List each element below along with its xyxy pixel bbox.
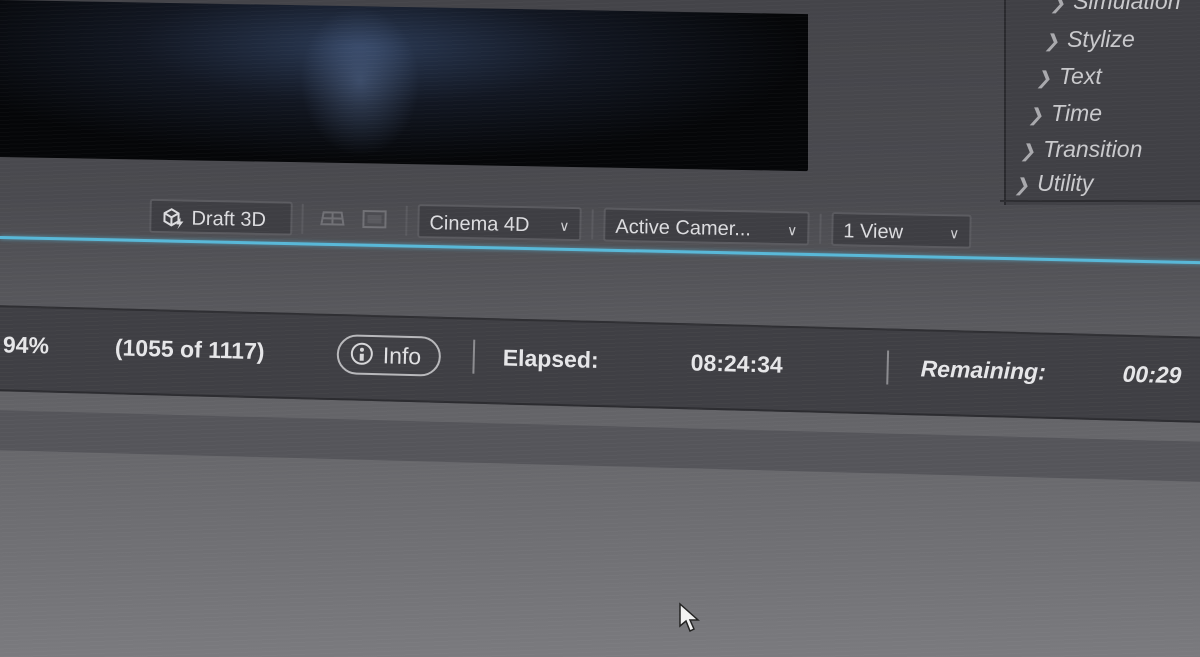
extended-viewer-icon[interactable] — [319, 208, 345, 228]
renderer-selected: Cinema 4D — [429, 212, 530, 237]
mouse-pointer-icon — [679, 602, 700, 633]
draft-3d-cube-icon — [163, 208, 184, 230]
render-queue-status-bar: 94% (1055 of 1117) Info Elapsed: 08:24:3… — [0, 305, 1200, 424]
elapsed-time: 08:24:34 — [690, 349, 784, 378]
chevron-down-icon: ∨ — [786, 222, 798, 239]
effects-presets-panel: ❯ Simulation ❯ Stylize ❯ Text ❯ Time ❯ Transi… — [1004, 0, 1200, 205]
info-button-label: Info — [382, 342, 422, 370]
toolbar-separator — [301, 203, 304, 234]
effect-category-label: Stylize — [1067, 26, 1135, 52]
chevron-right-icon: ❯ — [1050, 0, 1066, 13]
view-layout-dropdown[interactable]: 1 View ∨ — [831, 211, 972, 249]
effect-category-label: Transition — [1043, 136, 1143, 162]
chevron-right-icon: ❯ — [1044, 31, 1060, 51]
view-layout-selected: 1 View — [843, 220, 904, 244]
info-icon — [350, 342, 374, 366]
render-progress-percent: 94% — [2, 331, 50, 359]
elapsed-label: Elapsed: — [502, 344, 599, 373]
info-button[interactable]: Info — [336, 334, 442, 377]
composition-viewer[interactable] — [0, 0, 808, 172]
render-queue-panel — [0, 410, 1200, 483]
effect-category-simulation[interactable]: ❯ Simulation — [1050, 0, 1180, 15]
status-separator — [472, 339, 476, 374]
toolbar-separator — [591, 209, 594, 240]
panel-divider — [1000, 200, 1200, 202]
renderer-dropdown[interactable]: Cinema 4D ∨ — [417, 204, 582, 242]
effect-category-text[interactable]: ❯ Text — [1036, 63, 1102, 90]
chevron-right-icon: ❯ — [1028, 105, 1044, 125]
after-effects-screen: ❯ Simulation ❯ Stylize ❯ Text ❯ Time ❯ Transi… — [0, 0, 1200, 657]
chevron-right-icon: ❯ — [1014, 175, 1030, 195]
camera-dropdown[interactable]: Active Camer... ∨ — [603, 207, 810, 246]
effect-category-transition[interactable]: ❯ Transition — [1020, 136, 1142, 163]
viewer-image-highlight — [300, 5, 420, 158]
remaining-time: 00:29 — [1122, 360, 1182, 389]
status-separator — [886, 350, 890, 385]
effect-category-label: Text — [1059, 63, 1102, 89]
chevron-right-icon: ❯ — [1020, 141, 1036, 161]
ground-plane-icon[interactable] — [361, 209, 387, 229]
effect-category-label: Time — [1051, 100, 1103, 126]
effect-category-time[interactable]: ❯ Time — [1028, 100, 1102, 127]
camera-selected: Active Camer... — [615, 215, 752, 241]
effect-category-label: Simulation — [1073, 0, 1181, 14]
viewer-toolbar: Draft 3D Cinema 4D ∨ Active Camer... ∨ 1… — [0, 190, 1000, 269]
effect-category-utility[interactable]: ❯ Utility — [1014, 170, 1093, 197]
toolbar-separator — [819, 213, 822, 244]
render-frame-count: (1055 of 1117) — [114, 334, 265, 365]
draft-3d-button[interactable]: Draft 3D — [149, 198, 293, 236]
remaining-label: Remaining: — [920, 355, 1047, 385]
effect-category-stylize[interactable]: ❯ Stylize — [1044, 26, 1135, 53]
toolbar-separator — [405, 205, 408, 236]
chevron-down-icon: ∨ — [948, 225, 960, 242]
chevron-down-icon: ∨ — [559, 217, 570, 234]
chevron-right-icon: ❯ — [1036, 68, 1052, 88]
effect-category-label: Utility — [1037, 170, 1094, 196]
